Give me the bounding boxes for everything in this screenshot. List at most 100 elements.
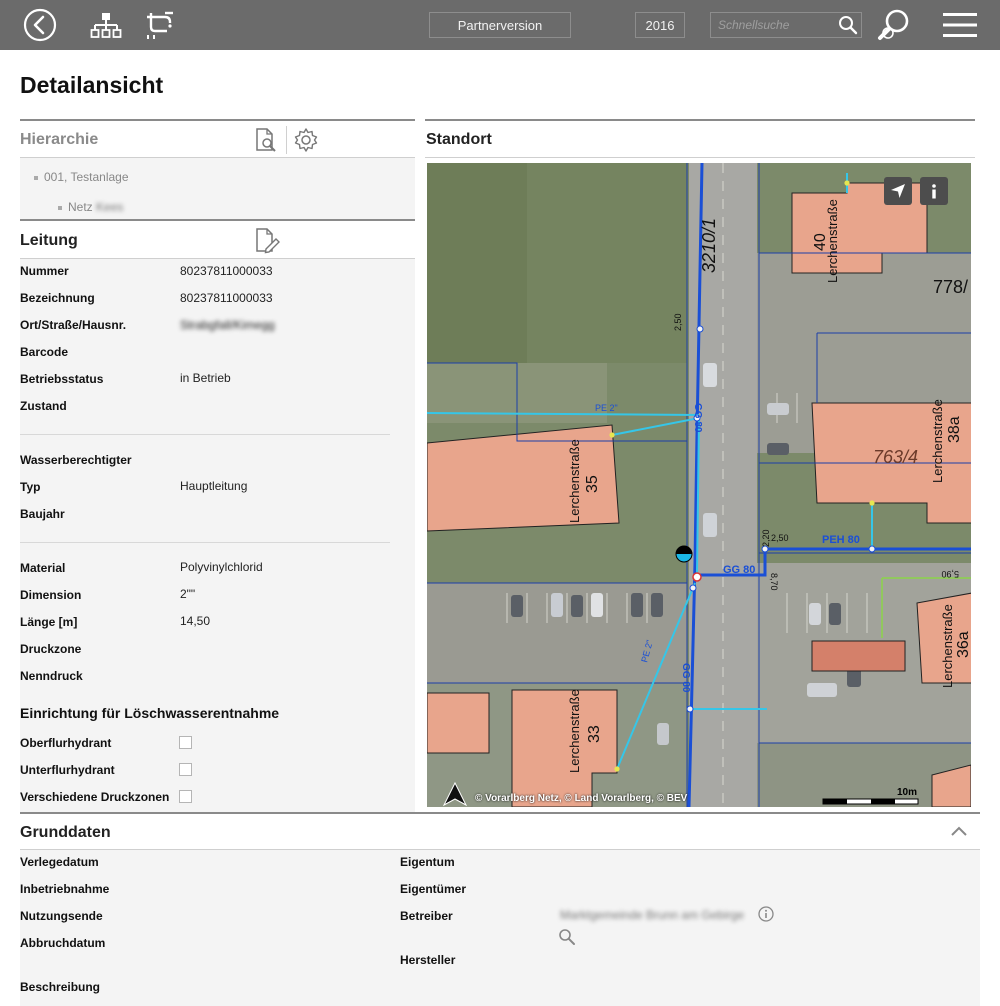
map-label-street: Lerchenstraße xyxy=(940,604,955,688)
grund-label-hersteller: Hersteller xyxy=(400,953,456,967)
hamburger-menu-icon[interactable] xyxy=(942,0,978,50)
tree-item-suffix: Kees xyxy=(96,200,124,214)
standort-title: Standort xyxy=(426,131,492,148)
partner-version-button[interactable]: Partnerversion xyxy=(429,12,571,38)
map-label-street: Lerchenstraße xyxy=(567,689,582,773)
map-label-dim: 5,90 xyxy=(941,569,959,579)
map-label-parcel-right: 778/ xyxy=(933,277,968,297)
field-value-laenge: 14,50 xyxy=(180,614,211,628)
building-annex xyxy=(811,640,906,672)
map-label-house-36a: 36a xyxy=(955,631,971,658)
map-label-pipe-gg80: GG 80 xyxy=(692,403,703,433)
oberflurhydrant-checkbox[interactable] xyxy=(179,736,192,749)
chevron-up-icon[interactable] xyxy=(950,824,968,843)
field-label-ort: Ort/Straße/Hausnr. xyxy=(20,318,127,332)
year-button[interactable]: 2016 xyxy=(635,12,685,38)
checkbox-label-unterflurhydrant: Unterflurhydrant xyxy=(20,763,115,777)
map-label-pipe-gg80: GG 80 xyxy=(680,663,691,693)
map-label-house-33: 33 xyxy=(586,725,603,743)
map-label-parcel-mid: 763/4 xyxy=(873,447,918,467)
grund-label-betreiber: Betreiber xyxy=(400,909,453,923)
field-label-druckzone: Druckzone xyxy=(20,642,82,656)
edit-document-icon[interactable] xyxy=(253,227,281,260)
loeschwasser-title: Einrichtung für Löschwasserentnahme xyxy=(20,705,280,721)
tree-item-label: 001, Testanlage xyxy=(44,170,129,184)
grund-label-nutzungsende: Nutzungsende xyxy=(20,909,103,923)
tree-item-testanlage[interactable]: 001, Testanlage xyxy=(34,170,129,184)
grunddaten-title: Grunddaten xyxy=(20,824,111,841)
map-canvas: 3210/1 778/ 763/4 Lerchenstraße 40 Lerch… xyxy=(427,163,971,807)
map-label-dim: 2,50 xyxy=(673,313,683,331)
info-circle-icon[interactable] xyxy=(758,906,774,927)
hierarchy-header: Hierarchie xyxy=(20,119,415,158)
field-value-bezeichnung: 80237811000033 xyxy=(180,291,273,305)
map-label-pipe-peh80: PEH 80 xyxy=(822,534,860,546)
checkbox-label-oberflurhydrant: Oberflurhydrant xyxy=(20,736,112,750)
pipe-network-icon[interactable] xyxy=(142,0,176,50)
grund-label-verlegedatum: Verlegedatum xyxy=(20,855,99,869)
divider xyxy=(20,434,390,435)
search-icon[interactable] xyxy=(838,15,858,40)
map-label-street: Lerchenstraße xyxy=(930,399,945,483)
hierarchy-icon[interactable] xyxy=(89,0,123,50)
map-label-house-40: 40 xyxy=(812,233,829,251)
grund-label-beschreibung: Beschreibung xyxy=(20,980,101,994)
locate-icon[interactable] xyxy=(884,177,912,205)
grund-label-eigentuemer: Eigentümer xyxy=(400,882,467,896)
bullet xyxy=(58,205,62,210)
header-divider xyxy=(286,126,287,154)
field-value-typ: Hauptleitung xyxy=(180,479,248,493)
grund-label-eigentum: Eigentum xyxy=(400,855,455,869)
betreiber-value: Marktgemeinde Brunn am Gebirge xyxy=(560,908,745,922)
map-label-house-35: 35 xyxy=(584,475,601,493)
bullet xyxy=(34,175,38,180)
druckzonen-checkbox[interactable] xyxy=(179,790,192,803)
gear-icon[interactable] xyxy=(293,127,319,158)
field-label-typ: Typ xyxy=(20,480,41,494)
checkbox-label-druckzonen: Verschiedene Druckzonen xyxy=(20,790,170,804)
back-circle-icon[interactable] xyxy=(22,0,58,50)
map-label-street: Lerchenstraße xyxy=(567,439,582,523)
leitung-header: Leitung xyxy=(20,219,415,259)
field-label-zustand: Zustand xyxy=(20,399,67,413)
advanced-search-icon[interactable] xyxy=(875,0,915,50)
search-icon[interactable] xyxy=(558,928,576,951)
document-search-icon[interactable] xyxy=(253,127,279,158)
building-west xyxy=(427,692,490,754)
field-value-ort: Strabgfall/Kimegg xyxy=(180,318,275,332)
map-label-dim: 2,50 xyxy=(771,533,789,543)
quick-search-input[interactable] xyxy=(711,13,835,37)
field-value-material: Polyvinylchlorid xyxy=(180,560,263,574)
field-label-betriebsstatus: Betriebsstatus xyxy=(20,372,104,386)
field-value-nummer: 80237811000033 xyxy=(180,264,273,278)
unterflurhydrant-checkbox[interactable] xyxy=(179,763,192,776)
map-label-parcel-top: 3210/1 xyxy=(699,218,719,273)
field-label-bezeichnung: Bezeichnung xyxy=(20,291,95,305)
field-area xyxy=(527,163,687,363)
field-label-barcode: Barcode xyxy=(20,345,69,359)
divider xyxy=(20,542,390,543)
map-attribution: © Vorarlberg Netz, © Land Vorarlberg, © … xyxy=(475,793,688,804)
info-icon[interactable] xyxy=(920,177,948,205)
map-label-pipe-gg80: GG 80 xyxy=(723,564,755,576)
scale-label: 10m xyxy=(897,787,917,798)
field-label-dimension: Dimension xyxy=(20,588,82,602)
tree-item-netz[interactable]: Netz Kees xyxy=(58,200,123,214)
quick-search-box[interactable] xyxy=(710,12,862,38)
standort-header: Standort xyxy=(425,119,975,158)
hierarchy-title: Hierarchie xyxy=(20,131,99,148)
map-label-dim: 2,20 xyxy=(761,529,771,547)
field-label-baujahr: Baujahr xyxy=(20,507,65,521)
map-label-house-38a: 38a xyxy=(946,416,963,443)
location-map[interactable]: 3210/1 778/ 763/4 Lerchenstraße 40 Lerch… xyxy=(427,163,971,807)
grunddaten-body xyxy=(20,850,980,1006)
leitung-title: Leitung xyxy=(20,232,78,249)
field-value-betriebsstatus: in Betrieb xyxy=(180,371,231,385)
grund-label-abbruchdatum: Abbruchdatum xyxy=(20,936,106,950)
field-label-material: Material xyxy=(20,561,66,575)
field-label-laenge: Länge [m] xyxy=(20,615,78,629)
map-label-dim: 8,70 xyxy=(769,573,779,591)
grunddaten-header[interactable]: Grunddaten xyxy=(20,812,980,850)
field-label-nenndruck: Nenndruck xyxy=(20,669,83,683)
field-label-nummer: Nummer xyxy=(20,264,69,278)
